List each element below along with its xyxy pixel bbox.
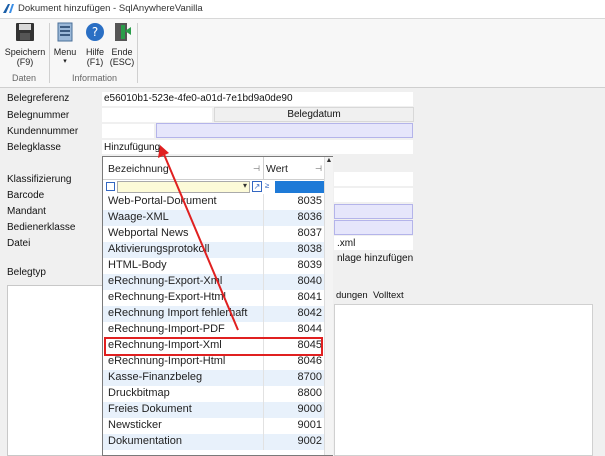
annotation-arrow — [158, 145, 239, 331]
